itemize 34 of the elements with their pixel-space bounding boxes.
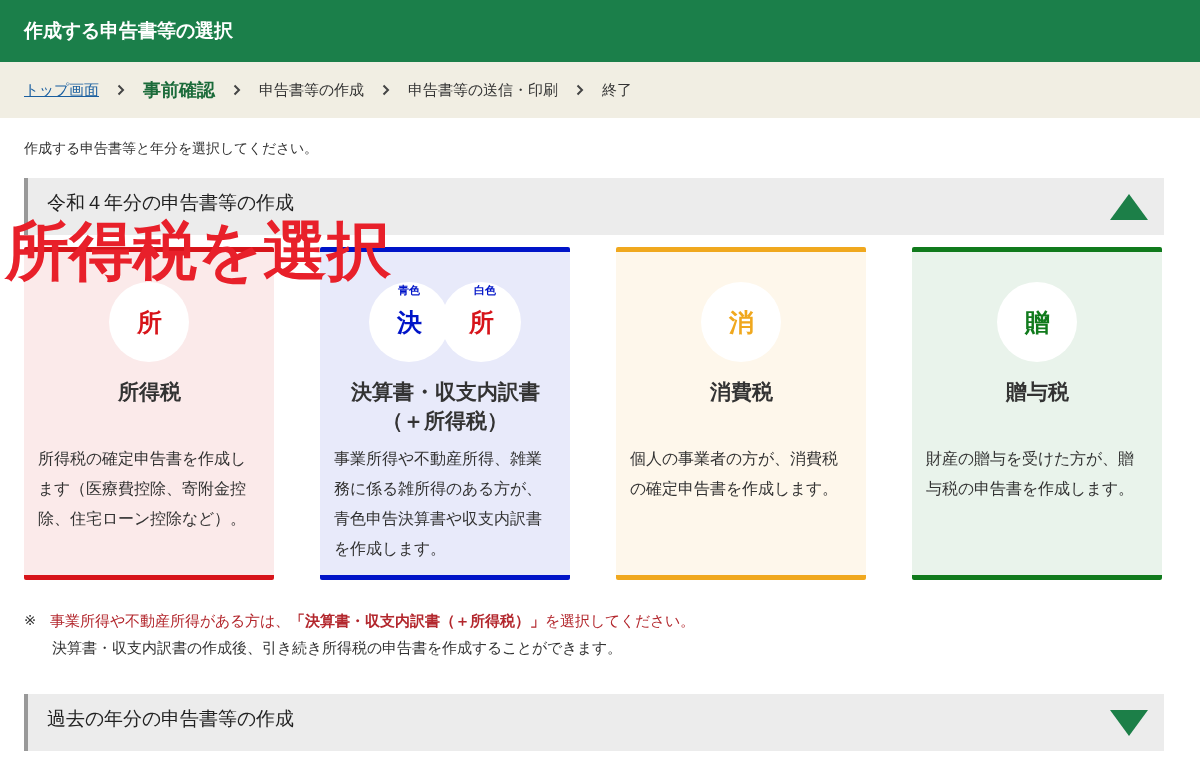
breadcrumb-step: 終了 (602, 80, 632, 100)
card-title: 所得税 (117, 379, 181, 406)
breadcrumb-step: 申告書等の送信・印刷 (408, 80, 558, 100)
card-description: 事業所得や不動産所得、雑業務に係る雑所得のある方が、青色申告決算書や収支内訳書を作成します。 (334, 449, 543, 560)
tax-badge: 所 (109, 282, 189, 362)
tax-card[interactable]: 贈 贈与税 財産の贈与を受けた方が、贈与税の申告書を作成します。 (912, 247, 1162, 580)
tax-badge: 贈 (997, 282, 1077, 362)
card-title: 決算書・収支内訳書（＋所得税） (349, 379, 541, 436)
page-title: 作成する申告書等の選択 (24, 18, 233, 43)
section-title: 令和４年分の申告書等の作成 (47, 192, 294, 213)
chevron-icon (576, 84, 584, 96)
section-title: 過去の年分の申告書等の作成 (47, 708, 294, 729)
card-description: 所得税の確定申告書を作成します（医療費控除、寄附金控除、住宅ローン控除など）。 (38, 449, 247, 530)
note-text: 事業所得や不動産所得がある方は、「決算書・収支内訳書（＋所得税）」を選択してください。 (50, 612, 696, 631)
card-description: 財産の贈与を受けた方が、贈与税の申告書を作成します。 (926, 449, 1135, 500)
expand-icon[interactable] (1110, 709, 1148, 736)
collapse-icon[interactable] (1110, 193, 1148, 220)
card-title: 贈与税 (1005, 379, 1069, 406)
note-text: 決算書・収支内訳書の作成後、引き続き所得税の申告書を作成することができます。 (52, 639, 623, 658)
card-description: 個人の事業者の方が、消費税の確定申告書を作成します。 (630, 449, 839, 500)
instruction-text: 作成する申告書等と年分を選択してください。 (24, 140, 319, 158)
badge-label: 青色 (398, 283, 420, 298)
breadcrumb-step: 申告書等の作成 (259, 80, 364, 100)
breadcrumb-current: 事前確認 (143, 78, 215, 102)
chevron-icon (233, 84, 241, 96)
chevron-icon (117, 84, 125, 96)
section-header[interactable]: 過去の年分の申告書等の作成 (24, 694, 1164, 751)
note-mark: ※ (24, 612, 37, 630)
tax-badge: 消 (701, 282, 781, 362)
badge-label: 白色 (474, 283, 496, 298)
breadcrumb-link[interactable]: トップ画面 (24, 80, 99, 100)
chevron-icon (382, 84, 390, 96)
tax-card[interactable]: 消 消費税 個人の事業者の方が、消費税の確定申告書を作成します。 (616, 247, 866, 580)
card-title: 消費税 (709, 379, 773, 406)
